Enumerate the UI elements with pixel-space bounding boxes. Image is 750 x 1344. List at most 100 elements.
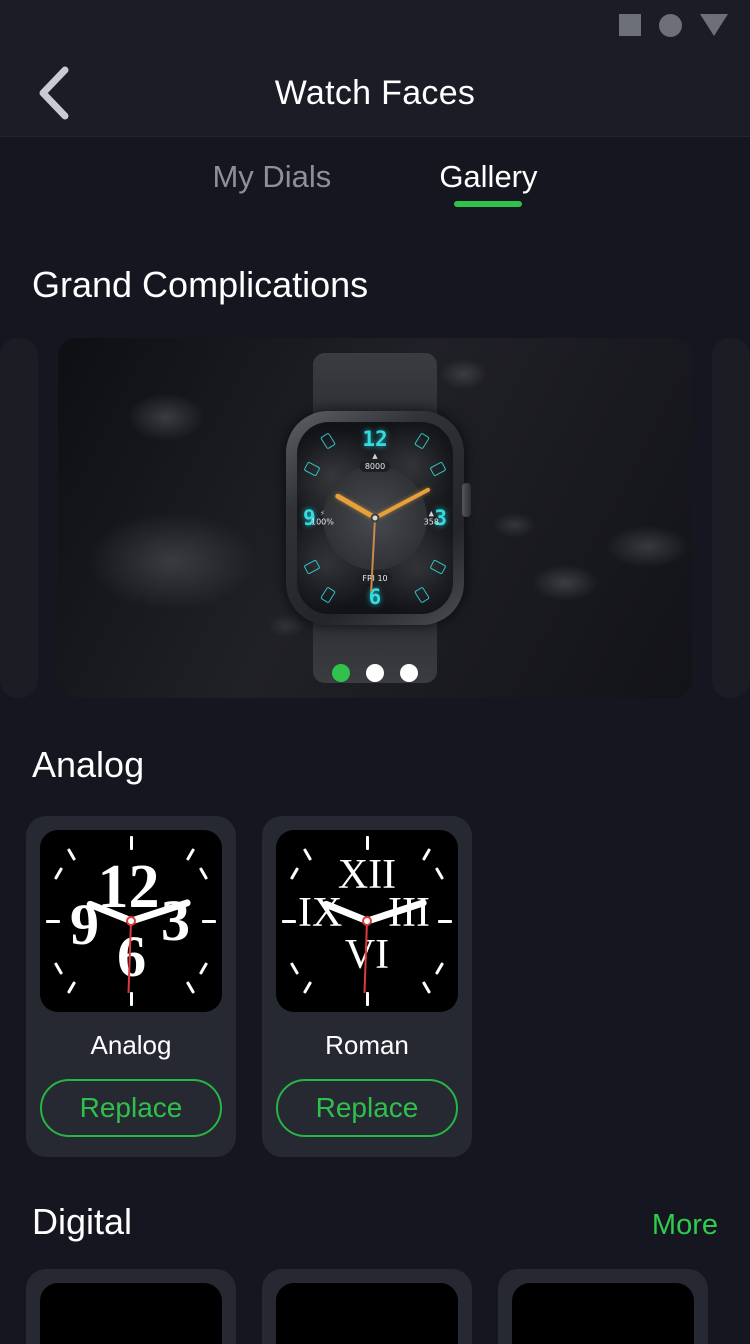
featured-carousel[interactable]: 12 3 6 9 ▲ 8000 ⚡ 100% ▲ 358 FRI 10 xyxy=(0,338,750,698)
digital-face-card-1[interactable] xyxy=(26,1269,236,1344)
featured-watch-illustration: 12 3 6 9 ▲ 8000 ⚡ 100% ▲ 358 FRI 10 xyxy=(277,353,473,683)
tab-my-dials-label: My Dials xyxy=(212,158,332,194)
dial-tick xyxy=(421,848,432,861)
complication-battery-value: 100% xyxy=(311,517,334,527)
watch-numeral-12: 12 xyxy=(362,427,388,451)
watch-hour-marker xyxy=(429,461,447,477)
analog-section: Analog 12 9 3 6 Analog Replace XII IX II… xyxy=(0,744,750,1157)
roman-face-name: Roman xyxy=(325,1030,409,1060)
watch-hour-marker xyxy=(414,586,430,604)
carousel-card-active[interactable]: 12 3 6 9 ▲ 8000 ⚡ 100% ▲ 358 FRI 10 xyxy=(58,338,692,698)
dial-tick xyxy=(66,848,77,861)
face-card-analog[interactable]: 12 9 3 6 Analog Replace xyxy=(26,816,236,1157)
digital-more-link[interactable]: More xyxy=(652,1209,718,1242)
carousel-card-next[interactable] xyxy=(712,338,750,698)
dial-tick xyxy=(129,836,133,850)
watch-hour-marker xyxy=(320,586,336,604)
digital-face-preview-2 xyxy=(276,1283,458,1344)
complication-battery: ⚡ 100% xyxy=(311,510,334,527)
dial-tick xyxy=(53,962,64,975)
dial-tick xyxy=(289,867,300,880)
watch-screen: 12 3 6 9 ▲ 8000 ⚡ 100% ▲ 358 FRI 10 xyxy=(297,422,453,614)
dial-center-pin xyxy=(362,916,372,926)
dial-tick xyxy=(198,867,209,880)
dial-tick xyxy=(282,919,296,923)
footsteps-icon: ▲ xyxy=(372,452,378,460)
carousel-dot-1[interactable] xyxy=(332,664,350,682)
dial-numeral-6: 6 xyxy=(117,924,147,989)
carousel-pagination xyxy=(332,664,418,682)
tab-gallery[interactable]: Gallery xyxy=(435,153,541,211)
status-bar xyxy=(0,0,750,50)
app-header: Watch Faces xyxy=(0,50,750,136)
dial-tick xyxy=(302,848,313,861)
replace-button-analog[interactable]: Replace xyxy=(40,1079,222,1137)
digital-section-head: Digital More xyxy=(0,1201,750,1243)
battery-icon: ⚡ xyxy=(319,509,325,518)
dial-tick xyxy=(421,981,432,994)
triangle-placeholder-icon xyxy=(700,14,728,36)
complication-date-value: FRI 10 xyxy=(357,573,393,584)
carousel-dot-3[interactable] xyxy=(400,664,418,682)
watch-hour-marker xyxy=(414,432,430,450)
watch-hour-marker xyxy=(303,461,321,477)
roman-face-preview: XII IX III VI xyxy=(276,830,458,1012)
face-card-roman[interactable]: XII IX III VI Roman Replace xyxy=(262,816,472,1157)
dial-tick xyxy=(198,962,209,975)
complication-steps: ▲ 8000 xyxy=(359,452,391,472)
dial-center-pin xyxy=(126,916,136,926)
dial-tick xyxy=(438,919,452,923)
digital-section-title: Digital xyxy=(32,1201,133,1242)
analog-face-preview: 12 9 3 6 xyxy=(40,830,222,1012)
clouds-graphic xyxy=(276,1283,458,1344)
watch-hour-marker xyxy=(303,559,321,575)
chevron-left-icon xyxy=(39,66,69,120)
dial-tick xyxy=(202,919,216,923)
watch-crown xyxy=(462,483,471,517)
dial-numeral-ix: IX xyxy=(298,890,343,936)
complication-altitude-value: 358 xyxy=(423,517,439,527)
analog-face-grid: 12 9 3 6 Analog Replace XII IX III VI Ro… xyxy=(0,816,750,1157)
dial-tick xyxy=(434,962,445,975)
featured-section: Grand Complications 12 3 6 9 ▲ 8000 ⚡ 10… xyxy=(0,264,750,698)
complication-steps-value: 8000 xyxy=(359,461,391,472)
digital-face-grid xyxy=(0,1269,750,1344)
analog-section-title: Analog xyxy=(32,744,145,785)
digital-section: Digital More xyxy=(0,1201,750,1344)
analog-section-head: Analog xyxy=(0,744,750,786)
circle-placeholder-icon xyxy=(659,13,682,37)
digital-face-card-3[interactable] xyxy=(498,1269,708,1344)
carousel-dot-2[interactable] xyxy=(366,664,384,682)
carousel-card-previous[interactable] xyxy=(0,338,38,698)
dial-tick xyxy=(53,867,64,880)
dial-tick xyxy=(289,962,300,975)
dial-tick xyxy=(185,848,196,861)
page-title: Watch Faces xyxy=(274,73,476,112)
dial-tick xyxy=(365,992,369,1006)
square-placeholder-icon xyxy=(619,14,641,36)
featured-section-title: Grand Complications xyxy=(32,264,369,305)
dial-tick xyxy=(185,981,196,994)
dial-tick xyxy=(434,867,445,880)
dial-tick xyxy=(66,981,77,994)
mountain-icon: ▲ xyxy=(428,509,435,518)
complication-altitude: ▲ 358 xyxy=(424,510,439,527)
dial-tick xyxy=(46,919,60,923)
digital-face-preview-1 xyxy=(40,1283,222,1344)
watch-hour-marker xyxy=(429,559,447,575)
dial-tick xyxy=(365,836,369,850)
dial-tick xyxy=(129,992,133,1006)
dial-tick xyxy=(302,981,313,994)
featured-section-head: Grand Complications xyxy=(0,264,750,306)
replace-button-roman[interactable]: Replace xyxy=(276,1079,458,1137)
watch-case: 12 3 6 9 ▲ 8000 ⚡ 100% ▲ 358 FRI 10 xyxy=(286,411,471,625)
tab-my-dials[interactable]: My Dials xyxy=(208,153,335,211)
digital-face-card-2[interactable] xyxy=(262,1269,472,1344)
watch-hand-hub xyxy=(370,513,380,523)
watch-hour-marker xyxy=(320,432,336,450)
digital-face-preview-3 xyxy=(512,1283,694,1344)
back-button[interactable] xyxy=(18,57,90,129)
tab-bar: My Dials Gallery xyxy=(0,136,750,226)
tab-gallery-label: Gallery xyxy=(439,158,538,194)
analog-face-name: Analog xyxy=(90,1030,172,1060)
